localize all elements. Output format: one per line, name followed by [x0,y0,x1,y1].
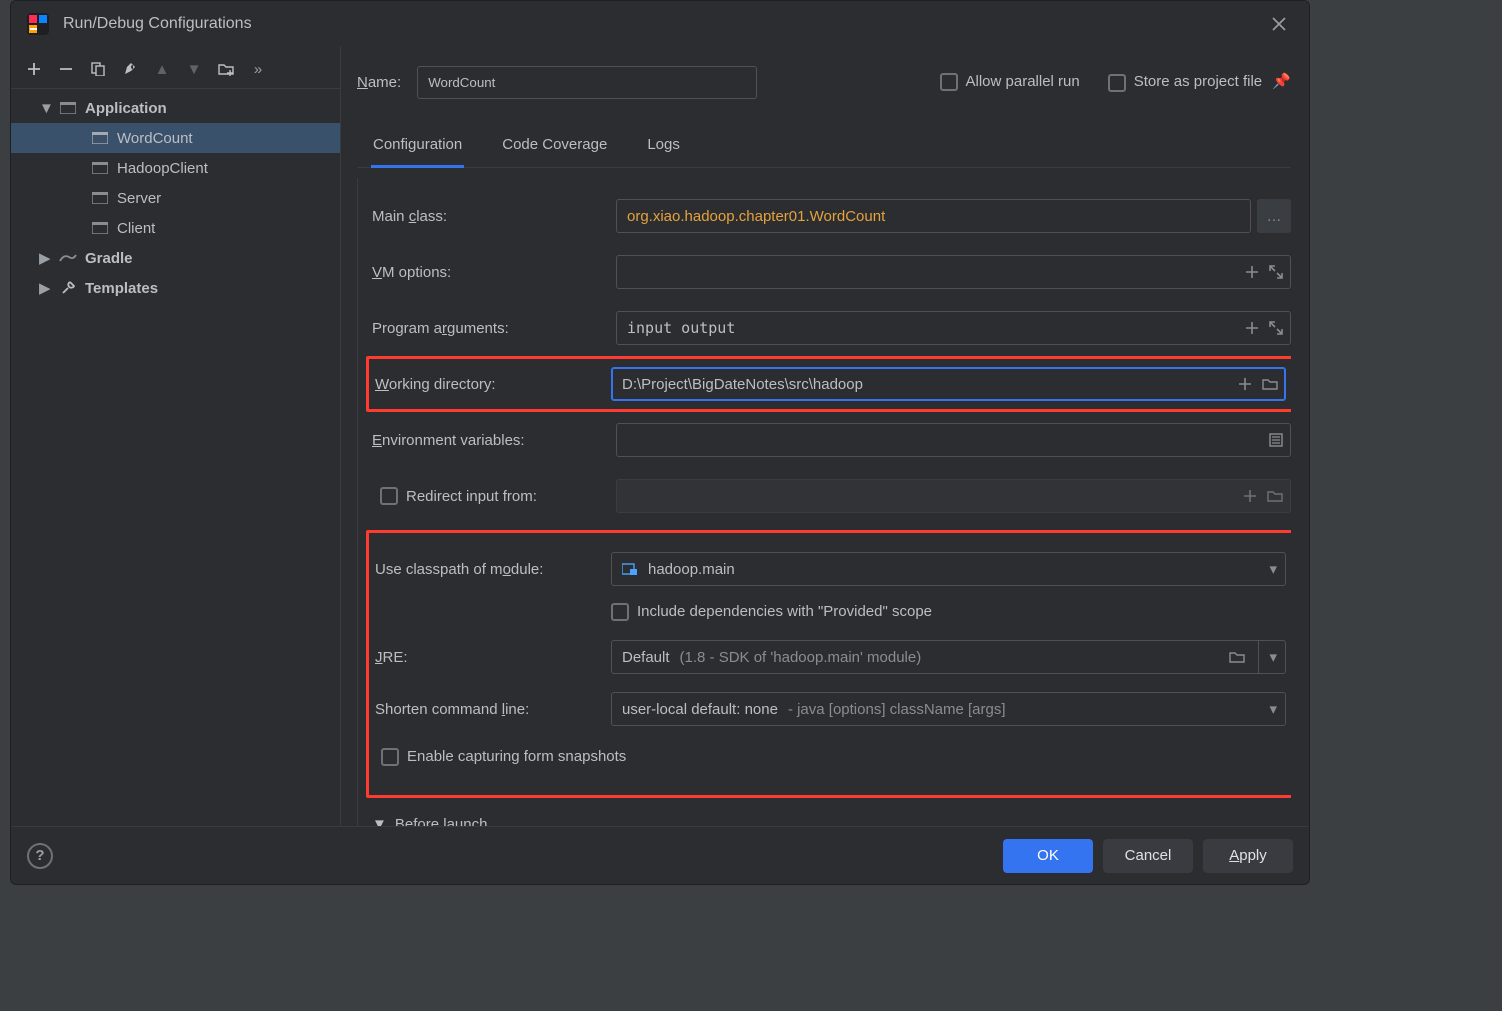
classpath-module-select[interactable]: hadoop.main ▾ [611,552,1286,586]
tree-node-client[interactable]: Client [11,213,340,243]
config-editor-pane: Name: Allow parallel run Store as projec… [341,46,1309,826]
expand-icon[interactable] [1269,265,1283,279]
tree-label: Client [117,220,155,237]
more-actions-button[interactable]: » [249,60,267,78]
tab-configuration[interactable]: Configuration [371,128,464,168]
chevron-down-icon: ▾ [1269,560,1277,578]
jre-row: JRE: Default (1.8 - SDK of 'hadoop.main'… [373,631,1286,683]
new-folder-button[interactable] [217,60,235,78]
name-label: Name: [357,74,401,91]
include-provided-checkbox[interactable]: Include dependencies with "Provided" sco… [611,603,932,621]
intellij-icon [27,13,49,35]
config-tree: ▼ Application WordCount HadoopClient Ser… [11,88,340,826]
main-class-row: Main class: … [372,188,1291,244]
edit-env-icon[interactable] [1269,433,1283,447]
remove-config-button[interactable] [57,60,75,78]
redirect-input-row: Redirect input from: [372,468,1291,524]
chevron-right-icon: ▶ [39,279,51,297]
browse-folder-icon[interactable] [1229,650,1245,664]
enable-snapshots-checkbox[interactable]: Enable capturing form snapshots [381,748,626,766]
tree-label: WordCount [117,130,193,147]
browse-class-button[interactable]: … [1257,199,1291,233]
environment-variables-row: Environment variables: [372,412,1291,468]
insert-macro-icon[interactable] [1238,377,1252,391]
cancel-button[interactable]: Cancel [1103,839,1193,873]
config-tabs: Configuration Code Coverage Logs [357,128,1291,168]
vm-options-input[interactable] [616,255,1291,289]
classpath-module-row: Use classpath of module: hadoop.main ▾ [373,545,1286,593]
redirect-input-checkbox[interactable]: Redirect input from: [380,487,608,505]
vm-options-row: VM options: [372,244,1291,300]
redirect-input-path [616,479,1291,513]
tab-logs[interactable]: Logs [645,128,682,167]
help-button[interactable]: ? [27,843,53,869]
shorten-command-select[interactable]: user-local default: none - java [options… [611,692,1286,726]
copy-config-button[interactable] [89,60,107,78]
tree-node-application[interactable]: ▼ Application [11,93,340,123]
titlebar: Run/Debug Configurations [11,1,1309,46]
tree-node-hadoopclient[interactable]: HadoopClient [11,153,340,183]
chevron-down-icon: ▾ [1269,700,1277,718]
tree-label: Gradle [85,250,133,267]
tree-node-server[interactable]: Server [11,183,340,213]
apply-button[interactable]: Apply [1203,839,1293,873]
application-icon [91,191,109,205]
close-icon[interactable] [1265,10,1293,38]
application-icon [91,221,109,235]
enable-snapshots-row: Enable capturing form snapshots [373,735,1286,779]
add-config-button[interactable] [25,60,43,78]
insert-macro-icon [1243,489,1257,503]
program-arguments-input[interactable] [616,311,1291,345]
tree-label: HadoopClient [117,160,208,177]
move-up-button[interactable]: ▲ [153,60,171,78]
store-as-project-file-checkbox[interactable]: Store as project file 📌 [1108,72,1291,91]
config-tree-pane: ▲ ▼ » ▼ Application WordCount HadoopClie… [11,46,341,826]
expand-icon[interactable] [1269,321,1283,335]
application-icon [91,131,109,145]
chevron-down-icon: ▼ [39,100,51,117]
insert-macro-icon[interactable] [1245,265,1259,279]
wrench-icon [59,281,77,295]
move-down-button[interactable]: ▼ [185,60,203,78]
program-arguments-row: Program arguments: [372,300,1291,356]
jre-select[interactable]: Default (1.8 - SDK of 'hadoop.main' modu… [611,640,1286,674]
chevron-down-icon: ▼ [372,816,387,826]
application-icon [59,101,77,115]
name-input[interactable] [417,66,757,99]
tree-node-wordcount[interactable]: WordCount [11,123,340,153]
chevron-down-icon: ▾ [1258,641,1277,673]
ok-button[interactable]: OK [1003,839,1093,873]
insert-macro-icon[interactable] [1245,321,1259,335]
shorten-command-row: Shorten command line: user-local default… [373,683,1286,735]
browse-folder-icon[interactable] [1262,377,1278,391]
classpath-section: Use classpath of module: hadoop.main ▾ [366,530,1291,798]
tree-label: Application [85,100,167,117]
dialog-button-bar: ? OK Cancel Apply [11,826,1309,884]
edit-templates-button[interactable] [121,60,139,78]
working-directory-row: Working directory: [366,356,1291,412]
include-provided-row: Include dependencies with "Provided" sco… [373,593,1286,631]
pin-icon: 📌 [1268,73,1291,90]
application-icon [91,161,109,175]
gradle-icon [59,251,77,265]
tree-toolbar: ▲ ▼ » [11,56,340,88]
run-debug-configurations-dialog: Run/Debug Configurations ▲ ▼ » ▼ App [10,0,1310,885]
tree-label: Server [117,190,161,207]
dialog-title: Run/Debug Configurations [63,15,252,33]
environment-variables-input[interactable] [616,423,1291,457]
tab-code-coverage[interactable]: Code Coverage [500,128,609,167]
main-class-input[interactable] [616,199,1251,233]
module-icon [622,562,638,576]
before-launch-section[interactable]: ▼ Before launch [372,816,1291,826]
working-directory-input[interactable] [611,367,1286,401]
tree-node-templates[interactable]: ▶ Templates [11,273,340,303]
allow-parallel-checkbox[interactable]: Allow parallel run [940,73,1080,91]
tree-node-gradle[interactable]: ▶ Gradle [11,243,340,273]
tree-label: Templates [85,280,158,297]
browse-folder-icon [1267,489,1283,503]
chevron-right-icon: ▶ [39,249,51,267]
